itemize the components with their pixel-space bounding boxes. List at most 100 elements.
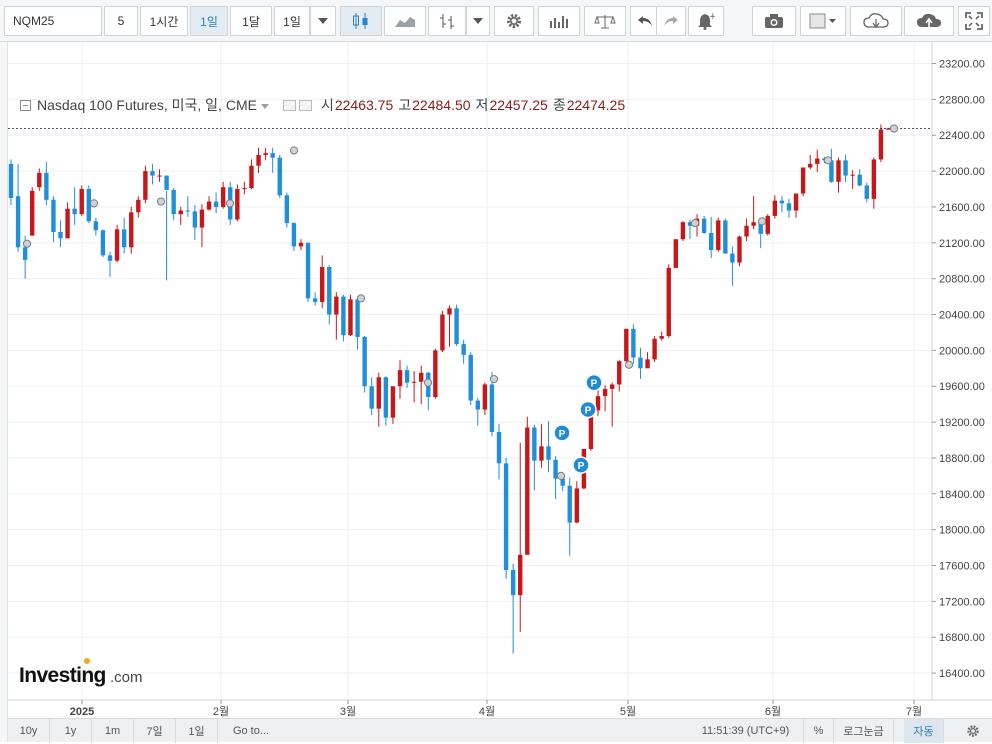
candle — [539, 423, 544, 468]
compare-button[interactable] — [584, 6, 626, 36]
candle-body — [185, 210, 191, 212]
layout-button[interactable] — [800, 6, 846, 36]
symbol-input[interactable]: NQM25 — [4, 6, 102, 36]
event-dot-icon — [889, 124, 899, 133]
candle — [114, 224, 120, 263]
candle-body — [440, 314, 445, 351]
range-1m-button[interactable]: 1m — [92, 719, 134, 743]
range-1d-button[interactable]: 1일 — [176, 719, 218, 743]
candle-body — [666, 267, 671, 337]
x-tick-label: 2월 — [213, 705, 229, 718]
collapse-legend-icon[interactable] — [20, 99, 31, 111]
y-tick-label: 22000.00 — [939, 166, 985, 178]
redo-button[interactable] — [656, 6, 686, 36]
candle-body — [779, 200, 785, 204]
candle-body — [277, 157, 282, 196]
candle-body — [72, 208, 77, 215]
alert-button[interactable]: + — [688, 6, 724, 36]
fullscreen-button[interactable] — [958, 6, 990, 36]
event-dot-icon — [156, 197, 166, 206]
candle — [93, 217, 99, 236]
candle-body — [857, 174, 862, 186]
interval-1month-label: 1달 — [242, 14, 260, 29]
screenshot-button[interactable] — [752, 6, 796, 36]
area-type-button[interactable] — [384, 6, 426, 36]
auto-scale-toggle[interactable]: 자동 — [904, 719, 944, 743]
bar-type-button[interactable] — [428, 6, 466, 36]
candle — [312, 292, 318, 306]
candle-body — [815, 158, 820, 164]
candle — [397, 360, 403, 399]
candle-type-button[interactable] — [340, 6, 382, 36]
candle — [220, 181, 226, 209]
undo-button[interactable] — [630, 6, 658, 36]
chart-type-dropdown[interactable] — [466, 6, 490, 36]
goto-label: Go to... — [232, 725, 270, 737]
candle-body — [602, 388, 608, 397]
range-1y-label: 1y — [64, 725, 77, 737]
range-10y-button[interactable]: 10y — [8, 719, 50, 743]
goto-button[interactable]: Go to... — [218, 719, 284, 743]
candle — [617, 360, 622, 392]
y-tick-label: 23200.00 — [939, 59, 985, 71]
cloud-load-button[interactable] — [850, 6, 902, 36]
chart-app: { "toolbar": { "symbol": "NQM25", "inter… — [0, 0, 992, 744]
candle-body — [645, 359, 650, 369]
candle-body — [730, 253, 735, 263]
candle-body — [397, 370, 403, 387]
svg-text:Investing: Investing — [19, 664, 106, 687]
undo-icon — [637, 16, 652, 26]
ohlc-bar-icon — [440, 14, 454, 29]
settings-button[interactable] — [494, 6, 534, 36]
candle — [786, 198, 792, 218]
visibility-icon[interactable] — [282, 99, 296, 111]
interval-more-button[interactable] — [310, 6, 336, 36]
y-tick-label: 18400.00 — [939, 489, 985, 501]
candle-body — [708, 232, 714, 250]
dividend-marker-label: P — [591, 379, 598, 390]
log-scale-toggle[interactable]: 로그눈금 — [834, 719, 894, 743]
dividend-marker-icon: P — [572, 456, 590, 474]
interval-1month-button[interactable]: 1달 — [230, 6, 272, 36]
candle-body — [107, 255, 113, 261]
interval-dropdown-button[interactable]: 1일 — [274, 6, 310, 36]
interval-1hour-button[interactable]: 1시간 — [140, 6, 188, 36]
candle-body — [878, 129, 884, 160]
range-7d-button[interactable]: 7일 — [134, 719, 176, 743]
percent-toggle[interactable]: % — [804, 719, 834, 743]
clock-display: 11:51:39 (UTC+9) — [688, 719, 804, 743]
candle-body — [320, 267, 325, 302]
candle — [744, 218, 749, 242]
interval-1day-button[interactable]: 1일 — [190, 6, 228, 36]
interval-input[interactable]: 5 — [104, 6, 138, 36]
bottom-settings-button[interactable] — [958, 719, 988, 743]
candle-body — [178, 210, 183, 215]
candle — [242, 181, 247, 195]
candle-body — [419, 372, 424, 382]
open-value: 22463.75 — [334, 97, 394, 113]
chart-toolbar: NQM25 5 1시간 1일 1달 1일 + — [0, 0, 992, 42]
price-chart[interactable]: 22474.25 P P P P 23200.00 22800.00 22400.00 220… — [8, 42, 992, 718]
event-dot-icon — [823, 156, 833, 165]
candle-body — [659, 336, 664, 339]
range-1d-label: 1일 — [188, 726, 205, 738]
range-1y-button[interactable]: 1y — [50, 719, 92, 743]
candle-body — [114, 229, 120, 261]
settings-small-icon[interactable] — [298, 99, 312, 111]
candle-body — [8, 163, 14, 198]
candle — [192, 205, 198, 241]
interval-1day-label: 1일 — [200, 14, 218, 29]
candle-body — [850, 174, 855, 176]
chevron-down-icon — [473, 18, 483, 24]
cloud-save-button[interactable] — [904, 6, 954, 36]
candle-body — [836, 160, 841, 182]
candle-body — [808, 163, 813, 168]
legend-dropdown-icon[interactable] — [260, 103, 269, 109]
chart-area[interactable]: 22474.25 P P P P 23200.00 22800.00 22400.00 220… — [8, 42, 992, 718]
candle — [631, 324, 636, 364]
indicators-button[interactable] — [538, 6, 580, 36]
close-label: 종 — [552, 97, 566, 113]
percent-label: % — [813, 725, 824, 737]
x-axis: 2025 2월 3월 4월 5월 6월 7월 — [8, 699, 992, 718]
svg-text:+: + — [709, 12, 715, 22]
